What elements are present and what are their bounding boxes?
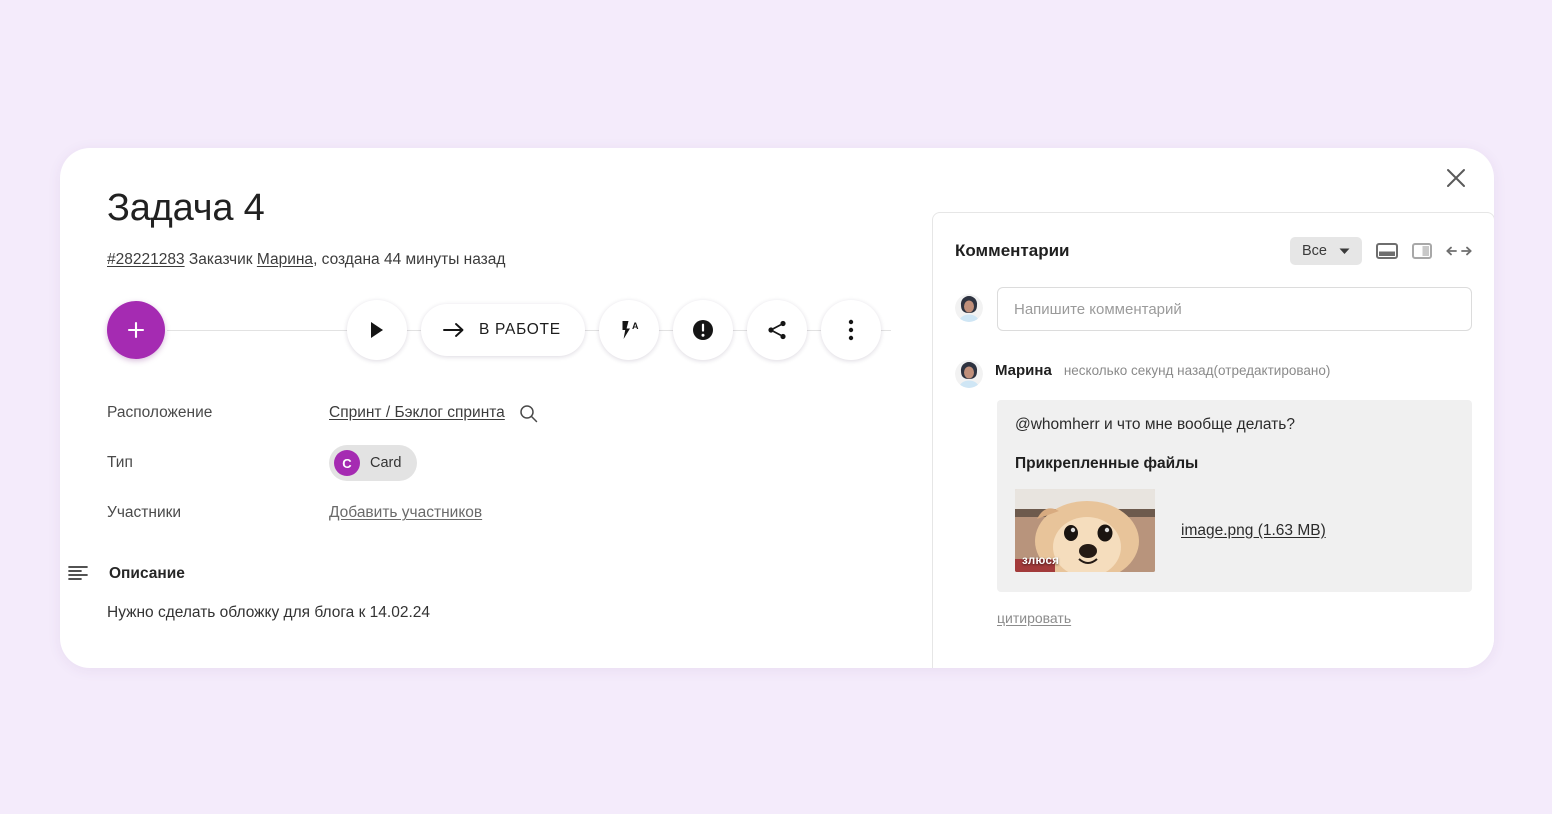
close-button[interactable]	[1436, 158, 1476, 198]
expand-button[interactable]	[1446, 244, 1472, 258]
location-link[interactable]: Спринт / Бэклог спринта	[329, 404, 505, 422]
comment-author: Марина	[995, 362, 1052, 379]
comment-input[interactable]	[997, 287, 1472, 331]
comments-tools: Все	[1290, 237, 1472, 265]
comments-filter-select[interactable]: Все	[1290, 237, 1362, 265]
property-row-participants: Участники Добавить участников	[107, 488, 927, 538]
priority-icon	[692, 320, 713, 341]
search-icon[interactable]	[519, 404, 538, 423]
task-detail-modal: Задача 4 #28221283 Заказчик Марина, созд…	[60, 148, 1494, 668]
attachment-thumbnail[interactable]: злюся	[1015, 489, 1155, 572]
arrow-right-icon	[443, 323, 464, 338]
status-label: В РАБОТЕ	[479, 321, 561, 339]
layout-split-vertical-button[interactable]	[1412, 242, 1432, 260]
description-heading: Описание	[109, 565, 185, 583]
property-value: Спринт / Бэклог спринта	[329, 404, 538, 423]
attachment-caption: злюся	[1022, 555, 1060, 567]
comments-panel: Комментарии Все Напишите комментарий Мар…	[932, 212, 1494, 668]
property-value: C Card	[329, 445, 418, 482]
share-button[interactable]	[746, 300, 807, 361]
comment-composer	[955, 287, 1472, 331]
description-section: Описание Нужно сделать обложку для блога…	[68, 564, 927, 622]
type-avatar: C	[334, 450, 360, 477]
customer-label-text: Заказчик	[188, 250, 253, 268]
attachment-link[interactable]: image.png (1.63 MB)	[1181, 522, 1326, 540]
status-button[interactable]: В РАБОТЕ	[421, 304, 585, 357]
chevron-down-icon	[1339, 248, 1350, 254]
property-label: Расположение	[107, 404, 213, 422]
expand-arrows-icon	[1446, 246, 1472, 256]
created-text: , создана 44 минуты назад	[313, 250, 506, 268]
property-row-type: Тип C Card	[107, 438, 927, 488]
add-button[interactable]	[107, 301, 165, 360]
split-vertical-icon	[1412, 243, 1432, 259]
flash-auto-button[interactable]: A	[598, 300, 659, 361]
customer-link[interactable]: Марина	[257, 251, 313, 268]
attachment-row: злюся image.png (1.63 MB)	[1015, 489, 1454, 572]
task-properties: Расположение Спринт / Бэклог спринта Тип…	[107, 388, 927, 538]
comment-header: Марина несколько секунд назад(отредактир…	[955, 353, 1472, 388]
task-main-column: Задача 4 #28221283 Заказчик Марина, созд…	[68, 187, 927, 622]
type-label: Card	[370, 455, 402, 472]
type-chip[interactable]: C Card	[329, 445, 418, 482]
comments-title: Комментарии	[955, 241, 1070, 260]
user-avatar-icon	[955, 294, 983, 322]
svg-text:A: A	[632, 321, 639, 331]
more-button[interactable]	[820, 300, 881, 361]
more-icon	[848, 320, 853, 341]
page-title: Задача 4	[107, 187, 265, 229]
task-meta: #28221283 Заказчик Марина, создана 44 ми…	[107, 249, 927, 271]
description-header: Описание	[67, 564, 927, 584]
plus-icon	[127, 322, 145, 339]
close-icon	[1447, 169, 1465, 187]
property-value: Добавить участников	[329, 504, 482, 522]
comment-text: @whomherr и что мне вообще делать?	[1015, 416, 1295, 433]
comment-timestamp: несколько секунд назад(отредактировано)	[1063, 363, 1331, 378]
avatar	[955, 360, 983, 388]
property-label: Участники	[107, 504, 182, 522]
avatar	[955, 294, 983, 322]
play-icon	[371, 322, 383, 339]
priority-button[interactable]	[672, 300, 733, 361]
comments-filter-value: Все	[1302, 243, 1327, 259]
property-label: Тип	[107, 454, 133, 472]
start-button[interactable]	[347, 300, 407, 361]
comments-header: Комментарии Все	[955, 235, 1472, 267]
attachments-heading: Прикрепленные файлы	[1015, 455, 1199, 472]
quote-link[interactable]: цитировать	[997, 610, 1071, 626]
user-avatar-icon	[955, 360, 983, 388]
task-action-toolbar: В РАБОТЕ A	[107, 292, 927, 368]
layout-split-horizontal-button[interactable]	[1376, 242, 1398, 260]
comment-body: @whomherr и что мне вообще делать? Прикр…	[997, 400, 1472, 592]
text-lines-icon	[68, 566, 88, 581]
description-body: Нужно сделать обложку для блога к 14.02.…	[107, 604, 430, 622]
share-icon	[768, 321, 786, 340]
add-participants-link[interactable]: Добавить участников	[329, 504, 482, 522]
split-horizontal-icon	[1376, 243, 1398, 259]
comment-item: Марина несколько секунд назад(отредактир…	[955, 353, 1472, 628]
flash-auto-icon: A	[622, 321, 639, 340]
task-id-link[interactable]: #28221283	[107, 251, 185, 268]
property-row-location: Расположение Спринт / Бэклог спринта	[107, 388, 927, 438]
